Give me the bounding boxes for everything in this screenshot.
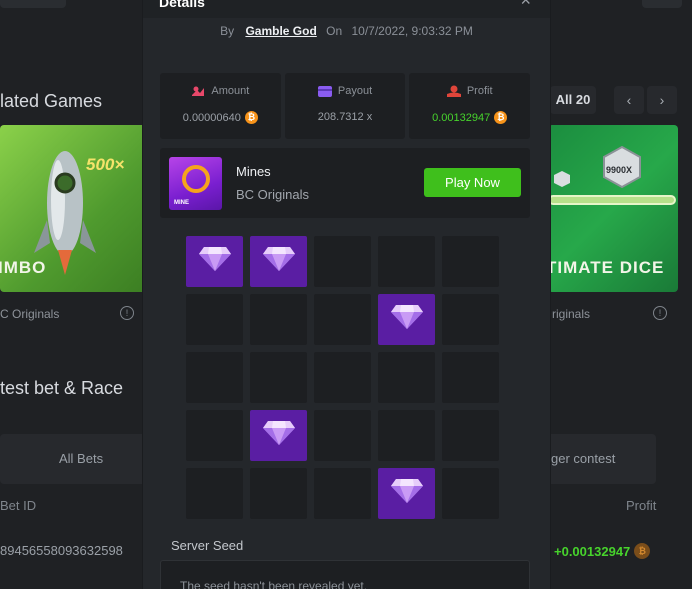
diamond-icon xyxy=(262,246,296,277)
tab-contest[interactable]: ger contest xyxy=(551,451,615,466)
mines-cell-empty xyxy=(186,410,243,461)
card-left-title: IMBO xyxy=(0,258,47,277)
card-right-provider: riginals xyxy=(552,307,591,321)
stat-amount-header: Amount xyxy=(160,85,281,97)
mines-cell-gem xyxy=(250,236,307,287)
game-card-limbo[interactable]: IMBO 500× xyxy=(0,125,150,292)
mines-cell-empty xyxy=(378,352,435,403)
top-chip-left xyxy=(0,0,66,8)
mines-game-thumbnail[interactable]: MINE xyxy=(169,157,222,210)
by-label: By xyxy=(220,24,235,38)
card-left-multiplier: 500× xyxy=(86,155,125,174)
mines-cell-empty xyxy=(186,352,243,403)
mines-cell-gem xyxy=(250,410,307,461)
stat-amount-row: 0.00000640 ₿ xyxy=(160,111,281,124)
diamond-icon xyxy=(390,478,424,509)
mines-cell-gem xyxy=(186,236,243,287)
mine-bomb-icon xyxy=(182,165,210,193)
stat-profit-row: 0.00132947 ₿ xyxy=(409,111,530,124)
server-seed-text: The seed hasn't been revealed yet. xyxy=(180,579,368,589)
play-now-button[interactable]: Play Now xyxy=(424,168,521,197)
column-profit: Profit xyxy=(626,498,657,513)
stat-payout-value: 208.7312 x xyxy=(317,111,373,123)
diamond-icon xyxy=(262,420,296,451)
row-profit-value: +0.00132947 xyxy=(554,543,631,559)
mines-cell-empty xyxy=(442,468,499,519)
game-card-ultimate-dice[interactable]: 9900X TIMATE DICE xyxy=(548,125,678,292)
tab-all-bets[interactable]: All Bets xyxy=(59,451,103,466)
card-right-title: TIMATE DICE xyxy=(548,258,665,277)
stat-payout: Payout 208.7312 x xyxy=(284,73,406,139)
modal-header: Details × xyxy=(143,0,550,18)
mines-cell-empty xyxy=(314,468,371,519)
bet-details-modal: Details × By Gamble God On 10/7/2022, 9:… xyxy=(143,0,550,589)
hand-coin-icon xyxy=(446,85,461,97)
mines-cell-gem xyxy=(378,468,435,519)
diamond-icon xyxy=(390,304,424,335)
bet-datetime: 10/7/2022, 9:03:32 PM xyxy=(351,24,473,38)
mines-cell-gem xyxy=(378,294,435,345)
diamond-icon xyxy=(198,246,232,277)
chevron-right-icon[interactable]: › xyxy=(647,86,677,114)
latest-bet-title: test bet & Race xyxy=(0,378,124,398)
user-link[interactable]: Gamble God xyxy=(245,24,316,38)
mines-cell-empty xyxy=(314,294,371,345)
bet-stats: Amount 0.00000640 ₿ Payout 208.7312 x Pr… xyxy=(160,73,531,139)
mines-cell-empty xyxy=(250,294,307,345)
mines-cell-empty xyxy=(442,236,499,287)
modal-title: Details xyxy=(159,0,205,10)
stat-amount-label: Amount xyxy=(211,85,250,97)
column-bet-id: Bet ID xyxy=(0,498,37,513)
mines-cell-empty xyxy=(442,352,499,403)
server-seed-label: Server Seed xyxy=(171,538,244,553)
chevron-left-icon[interactable]: ‹ xyxy=(614,86,644,114)
info-icon[interactable]: ! xyxy=(653,306,667,320)
bitcoin-icon: ₿ xyxy=(494,111,508,124)
mines-cell-empty xyxy=(378,236,435,287)
top-chip-right xyxy=(642,0,682,8)
bitcoin-icon: ₿ xyxy=(634,543,651,559)
row-bet-id[interactable]: 89456558093632598 xyxy=(0,543,123,558)
all-games-button[interactable]: All 20 xyxy=(550,86,596,114)
stat-payout-label: Payout xyxy=(337,85,373,97)
card-icon xyxy=(317,85,332,97)
mines-cell-empty xyxy=(186,468,243,519)
stat-profit-label: Profit xyxy=(466,85,493,97)
server-seed-box: The seed hasn't been revealed yet. xyxy=(160,560,530,589)
stat-profit: Profit 0.00132947 ₿ xyxy=(409,73,531,139)
card-right-multiplier: 9900X xyxy=(606,165,633,175)
on-label: On xyxy=(326,24,343,38)
mines-cell-empty xyxy=(314,352,371,403)
related-games-title: lated Games xyxy=(0,91,103,111)
mines-cell-empty xyxy=(250,352,307,403)
card-left-provider: C Originals xyxy=(0,307,60,321)
mines-board xyxy=(186,236,506,519)
mines-cell-empty xyxy=(314,410,371,461)
info-icon[interactable]: ! xyxy=(120,306,134,320)
mines-cell-empty xyxy=(186,294,243,345)
close-icon[interactable]: × xyxy=(520,0,531,11)
bitcoin-icon: ₿ xyxy=(244,111,258,124)
stat-amount: Amount 0.00000640 ₿ xyxy=(160,73,281,139)
bet-byline: By Gamble God On 10/7/2022, 9:03:32 PM xyxy=(143,24,550,38)
game-name[interactable]: Mines xyxy=(236,164,271,179)
game-info-row: MINE Mines BC Originals Play Now xyxy=(160,148,530,218)
game-provider: BC Originals xyxy=(236,187,309,202)
row-profit: +0.00132947 ₿ xyxy=(554,543,651,559)
stat-profit-header: Profit xyxy=(409,85,530,97)
stat-profit-value: 0.00132947 xyxy=(432,111,491,124)
stat-amount-value: 0.00000640 xyxy=(182,111,241,124)
coins-icon xyxy=(192,86,205,96)
mines-cell-empty xyxy=(442,294,499,345)
mines-cell-empty xyxy=(442,410,499,461)
mines-cell-empty xyxy=(378,410,435,461)
stat-payout-header: Payout xyxy=(285,85,406,97)
mines-cell-empty xyxy=(314,236,371,287)
mines-cell-empty xyxy=(250,468,307,519)
thumb-tag: MINE xyxy=(174,200,189,206)
